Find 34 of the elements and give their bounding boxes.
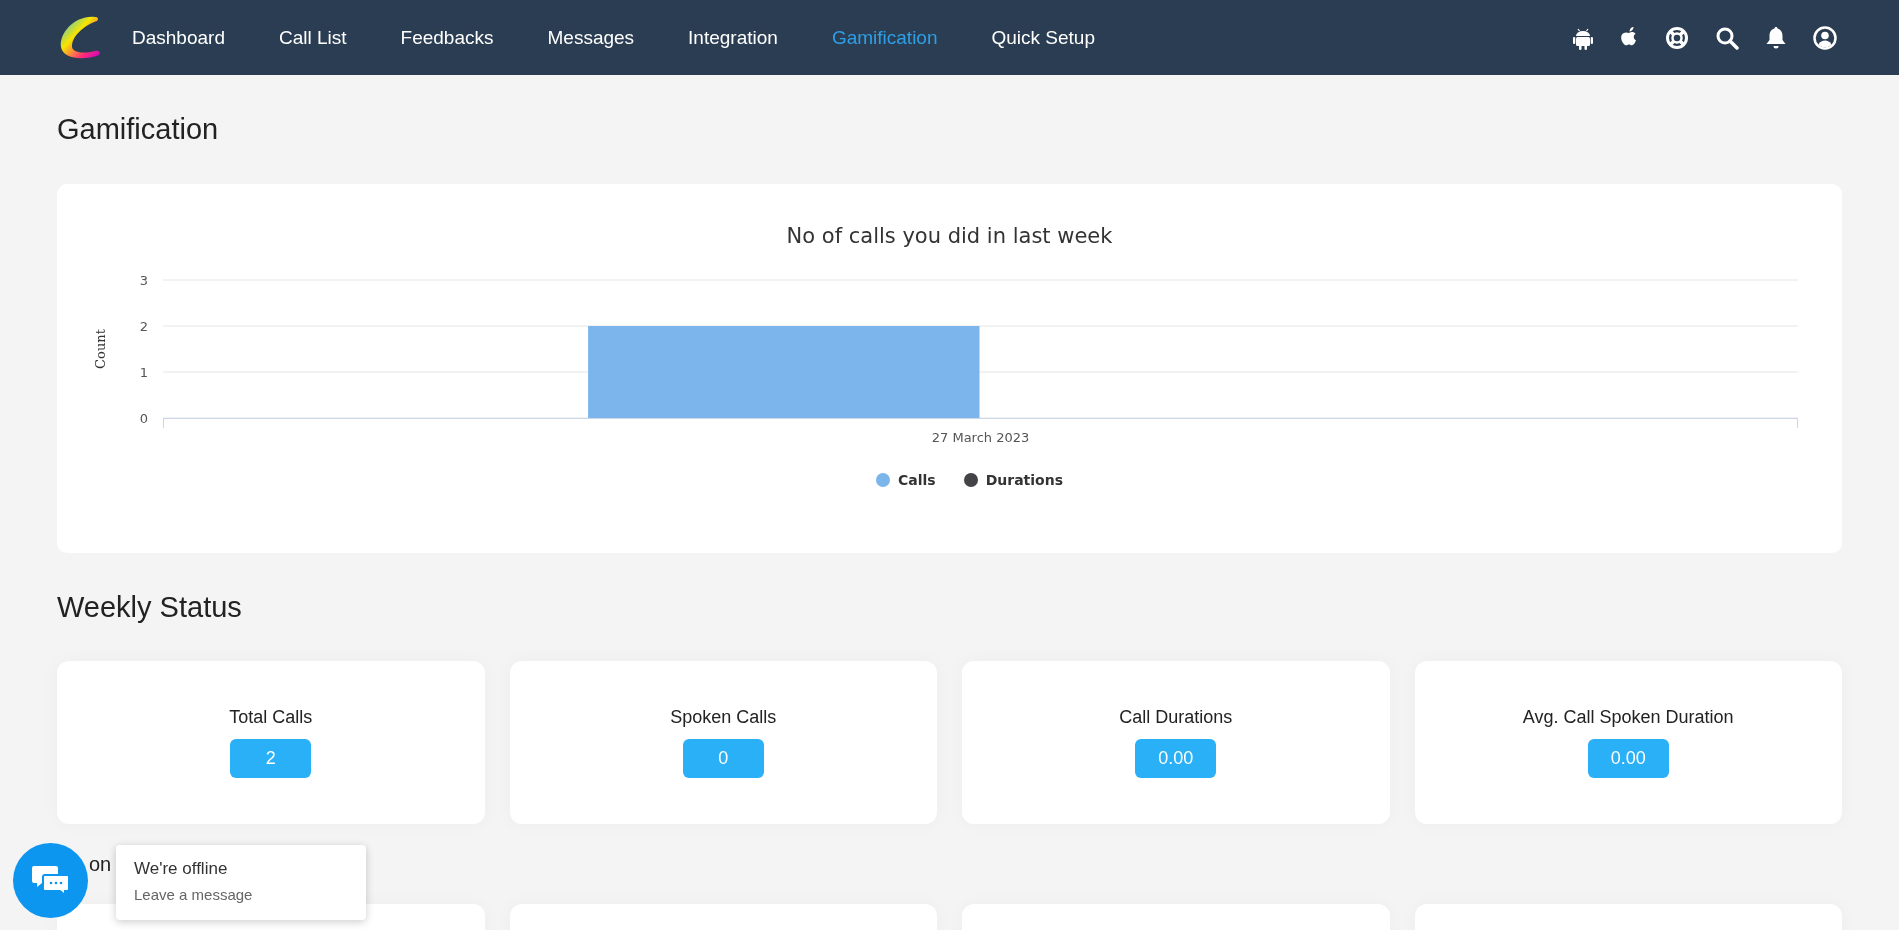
bell-icon[interactable] — [1765, 25, 1787, 50]
user-icon[interactable] — [1813, 25, 1837, 50]
chat-status: We're offline — [134, 859, 229, 879]
nav-link[interactable]: Feedbacks — [400, 26, 494, 49]
section-title: Weekly Status — [57, 589, 243, 625]
page-title: Gamification — [57, 112, 220, 147]
stat-label: Avg. Call Spoken Duration — [1522, 707, 1734, 728]
stat-value-badge: 0 — [682, 739, 764, 778]
nav-link[interactable]: Gamification — [831, 26, 938, 49]
chat-popup[interactable]: We're offline Leave a message — [116, 845, 366, 920]
stat-value-badge: 0.00 — [1587, 739, 1669, 778]
legend-item[interactable]: Calls — [876, 472, 936, 488]
section-title: on — [89, 851, 112, 877]
chart-title: No of calls you did in last week — [785, 224, 1114, 250]
nav-link[interactable]: Quick Setup — [991, 26, 1095, 49]
nav-link[interactable]: Call List — [278, 26, 347, 49]
stat-value-badge: 2 — [230, 739, 312, 778]
search-icon[interactable] — [1715, 25, 1739, 50]
stat-label: Total Calls — [229, 707, 313, 728]
y-tick-label: 3 — [139, 273, 148, 288]
stat-label: Call Durations — [1119, 707, 1233, 728]
x-tick-label: 27 March 2023 — [931, 430, 1030, 445]
nav-link[interactable]: Integration — [688, 26, 778, 49]
nav-link[interactable]: Dashboard — [132, 26, 225, 49]
y-tick-label: 0 — [139, 411, 148, 426]
lifebuoy-icon[interactable] — [1665, 25, 1689, 50]
chat-action: Leave a message — [134, 886, 254, 903]
y-tick-label: 2 — [139, 319, 148, 334]
stat-value-badge: 0.00 — [1135, 739, 1217, 778]
y-tick-label: 1 — [139, 365, 148, 380]
legend-item[interactable]: Durations — [963, 472, 1063, 488]
y-axis-title: Count — [93, 329, 108, 369]
nav-link[interactable]: Messages — [547, 26, 635, 49]
stat-label: Spoken Calls — [670, 707, 777, 728]
